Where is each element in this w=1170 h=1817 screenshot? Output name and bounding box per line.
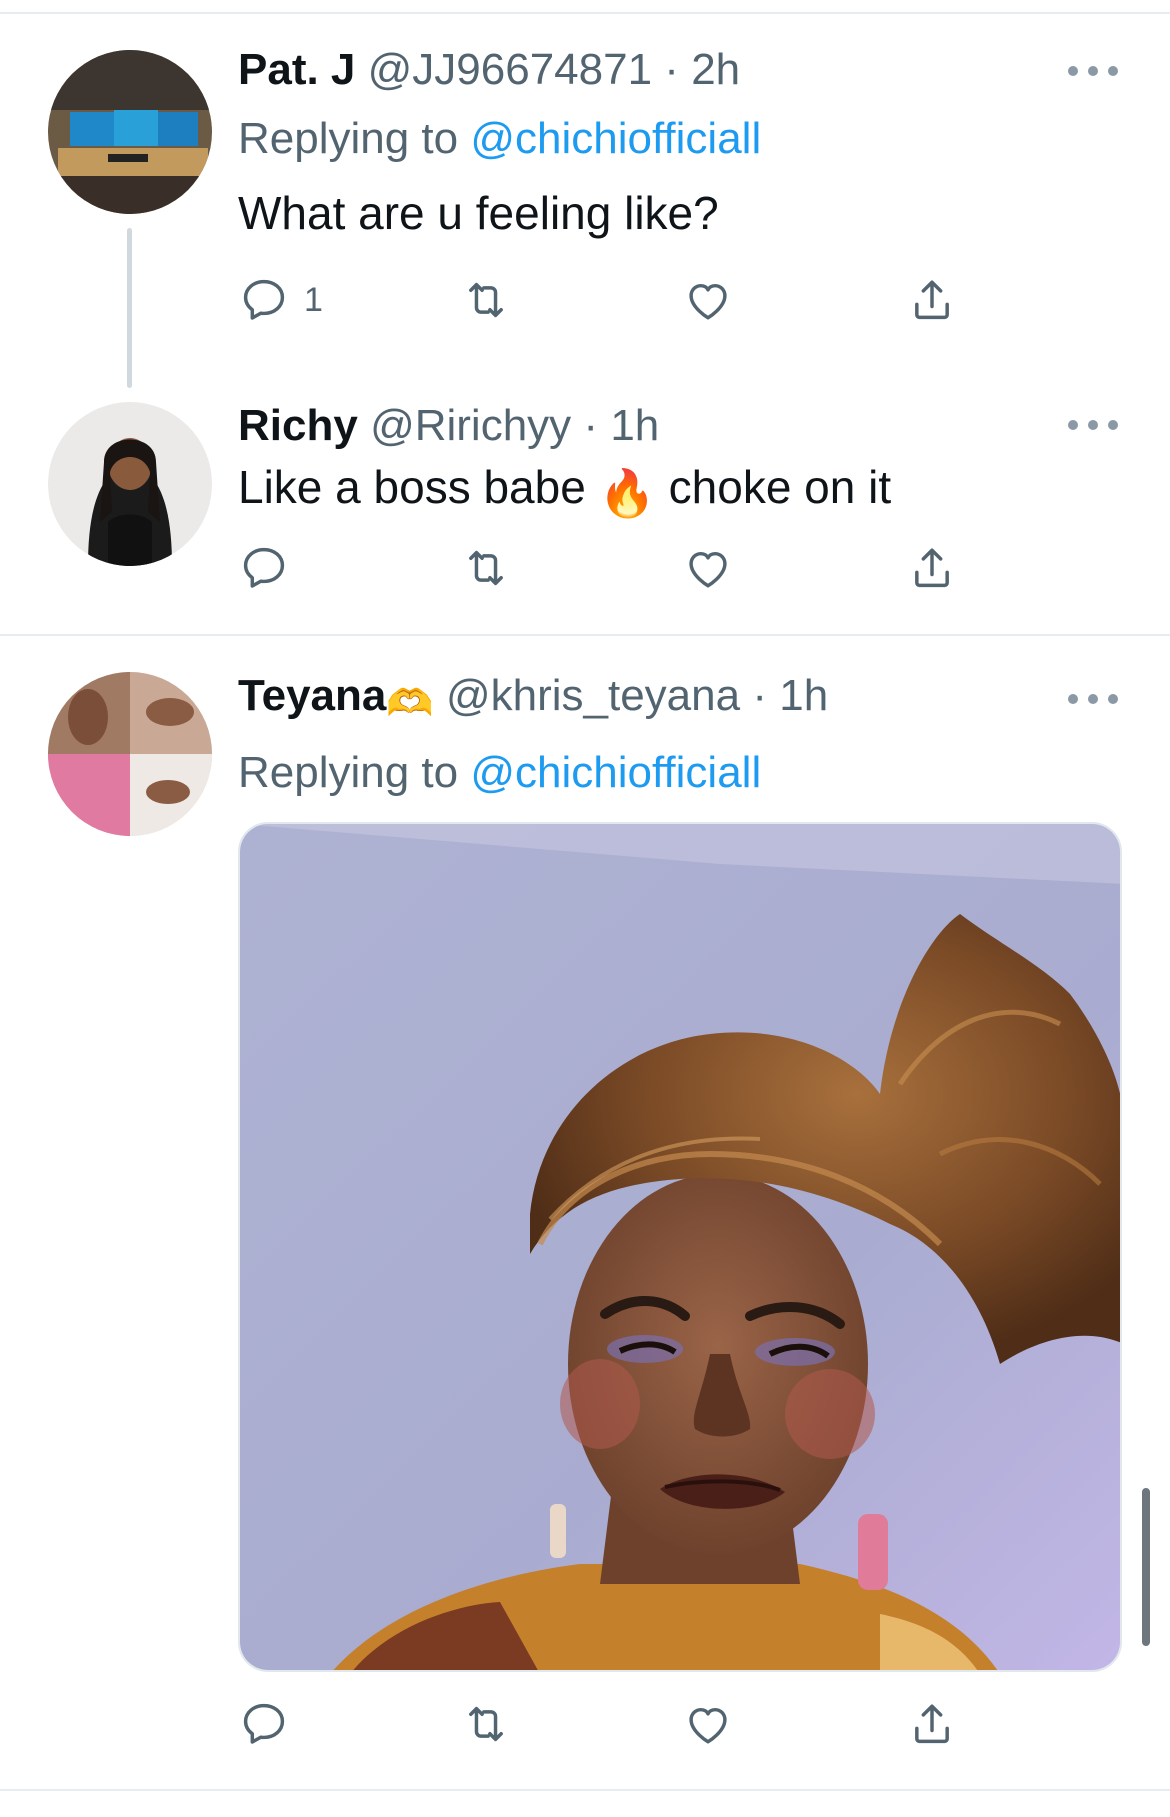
share-icon [915,548,949,588]
heart-icon [689,1707,727,1744]
reply-count: 1 [304,280,323,319]
display-name[interactable]: Teyana [238,671,386,720]
separator-dot: · [752,671,767,720]
retweet-button[interactable] [460,272,512,328]
retweet-icon [469,550,503,586]
replying-to: Replying to @chichiofficiall [238,744,1130,802]
more-options-icon[interactable] [1068,692,1118,706]
replying-prefix: Replying to [238,748,471,797]
display-name[interactable]: Richy [238,401,358,450]
tweet-header: Teyana🫶 @khris_teyana · 1h [238,668,1130,732]
like-button[interactable] [682,272,734,328]
heart-icon [689,551,727,588]
comment-icon [243,279,285,320]
retweet-button[interactable] [460,1696,512,1752]
tweet-body: Richy @Ririchyy · 1h Like a boss babe 🔥 … [238,398,1130,524]
separator-dot: · [664,45,679,94]
tweet-body: Pat. J @JJ96674871 · 2h Replying to @chi… [238,42,1130,244]
retweet-button[interactable] [460,540,512,596]
replying-to-link[interactable]: @chichiofficiall [470,114,761,163]
share-button[interactable] [906,1696,958,1752]
more-options-icon[interactable] [1068,418,1118,432]
woman-with-headwrap-photo [240,824,1120,1670]
avatar[interactable] [48,672,212,836]
heart-icon [689,283,727,320]
tweet-header: Richy @Ririchyy · 1h [238,398,1130,454]
reply-button[interactable] [238,540,290,596]
tweet-text: What are u feeling like? [238,187,719,239]
tweet-richy[interactable]: Richy @Ririchyy · 1h Like a boss babe 🔥 … [0,380,1170,634]
heart-hands-emoji: 🫶 [386,683,434,725]
fire-emoji: 🔥 [598,467,656,519]
like-button[interactable] [682,1696,734,1752]
avatar[interactable] [48,402,212,566]
tweet-patj[interactable]: Pat. J @JJ96674871 · 2h Replying to @chi… [0,0,1170,388]
more-options-icon[interactable] [1068,64,1118,78]
user-handle[interactable]: @Ririchyy [370,401,571,450]
tweet-text-part: choke on it [655,461,892,513]
retweet-icon [469,282,503,318]
tweet-text-part: Like a boss babe [238,461,599,513]
user-handle[interactable]: @khris_teyana [446,671,740,720]
reply-button[interactable] [238,1696,290,1752]
replying-prefix: Replying to [238,114,471,163]
share-icon [915,1704,949,1744]
timestamp[interactable]: 2h [691,45,740,94]
tweet-media-image[interactable] [238,822,1122,1672]
avatar[interactable] [48,50,212,214]
tweet-actions [238,540,998,596]
reply-button[interactable]: 1 [238,272,323,328]
replying-to-link[interactable]: @chichiofficiall [470,748,761,797]
retweet-icon [469,1706,503,1742]
tweet-body: Teyana🫶 @khris_teyana · 1h Replying to @… [238,668,1130,802]
tweet-actions [238,1696,998,1752]
comment-icon [243,547,285,588]
user-handle[interactable]: @JJ96674871 [368,45,652,94]
replying-to: Replying to @chichiofficiall [238,110,1130,168]
bottom-divider [0,1789,1170,1791]
comment-icon [243,1703,285,1744]
like-button[interactable] [682,540,734,596]
timeline: Pat. J @JJ96674871 · 2h Replying to @chi… [0,0,1170,1817]
share-icon [915,280,949,320]
timestamp[interactable]: 1h [610,401,659,450]
scrollbar[interactable] [1142,1488,1150,1646]
display-name[interactable]: Pat. J [238,45,355,94]
share-button[interactable] [906,540,958,596]
separator-dot: · [583,401,599,450]
share-button[interactable] [906,272,958,328]
timestamp[interactable]: 1h [779,671,828,720]
tweet-actions: 1 [238,272,998,328]
tweet-header: Pat. J @JJ96674871 · 2h [238,42,1130,98]
tweet-text: Like a boss babe 🔥 choke on it [238,456,1130,524]
thread-line [127,228,132,388]
